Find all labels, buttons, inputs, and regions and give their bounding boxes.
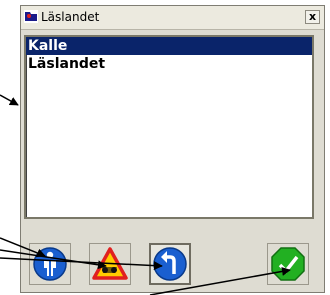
app-window: Läslandet x Kalle Läslandet: [20, 5, 325, 293]
person-info-icon: [33, 247, 67, 281]
warning-button[interactable]: [89, 243, 131, 285]
person-info-button[interactable]: [29, 243, 71, 285]
list-item[interactable]: Kalle: [26, 37, 312, 55]
close-button[interactable]: x: [305, 10, 320, 24]
checkmark-octagon-icon: [271, 247, 305, 281]
done-button[interactable]: [267, 243, 309, 285]
window-title: Läslandet: [41, 10, 100, 24]
warning-triangle-icon: [92, 247, 128, 280]
app-logo-icon: [24, 10, 38, 23]
turn-back-arrow-icon: [153, 247, 187, 281]
title-bar: Läslandet x: [21, 6, 324, 30]
pointer-arrow: [0, 94, 19, 106]
back-button[interactable]: [149, 243, 191, 285]
list-item[interactable]: Läslandet: [26, 55, 312, 73]
name-listbox[interactable]: Kalle Läslandet: [24, 35, 314, 219]
